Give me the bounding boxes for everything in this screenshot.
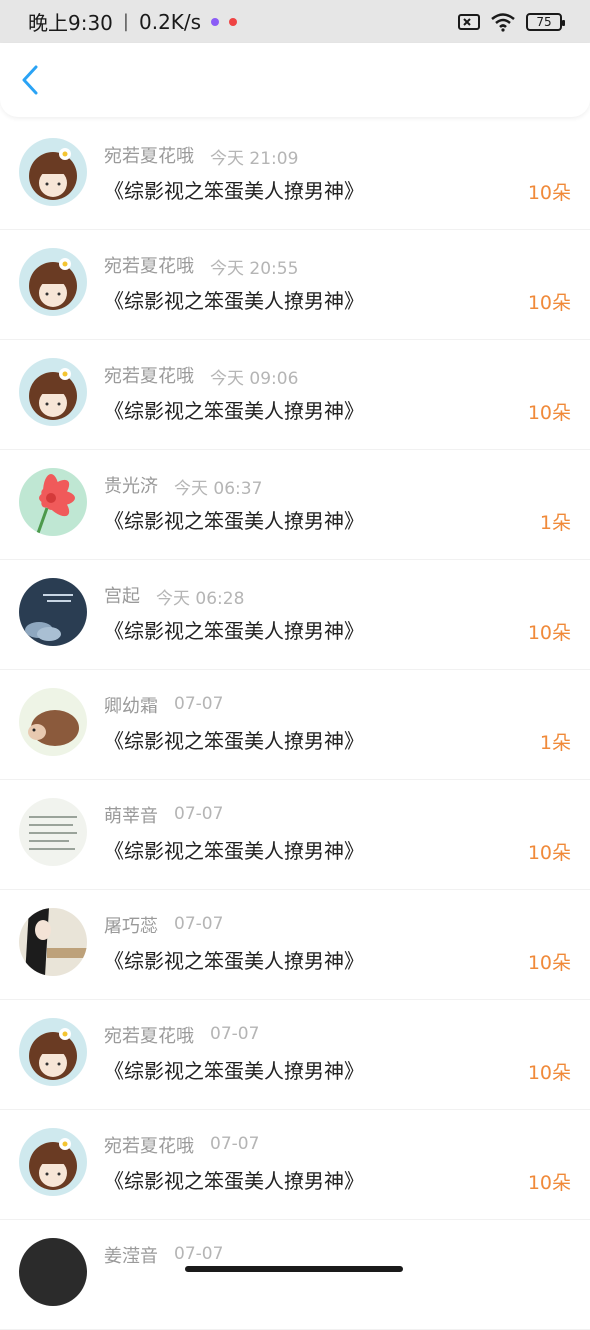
battery-icon: 75	[526, 12, 565, 31]
list-item[interactable]: 宫起 今天 06:28 《综影视之笨蛋美人撩男神》 10朵	[0, 560, 590, 670]
list-item[interactable]: 宛若夏花哦 07-07 《综影视之笨蛋美人撩男神》 10朵	[0, 1110, 590, 1220]
list-item[interactable]: 宛若夏花哦 今天 21:09 《综影视之笨蛋美人撩男神》 10朵	[0, 120, 590, 230]
flower-count: 10朵	[527, 842, 571, 864]
flower-count: 10朵	[527, 292, 571, 314]
book-title[interactable]: 《综影视之笨蛋美人撩男神》	[104, 1165, 364, 1194]
avatar[interactable]	[19, 1128, 87, 1196]
sim-off-icon	[458, 13, 480, 30]
book-title[interactable]: 《综影视之笨蛋美人撩男神》	[104, 505, 364, 534]
avatar[interactable]	[19, 578, 87, 646]
user-name[interactable]: 宛若夏花哦	[104, 362, 194, 388]
book-title[interactable]: 《综影视之笨蛋美人撩男神》	[104, 395, 364, 424]
user-name[interactable]: 宛若夏花哦	[104, 1022, 194, 1048]
user-name[interactable]: 卿幼霜	[104, 692, 158, 718]
user-name[interactable]: 贵光济	[104, 472, 158, 498]
list-item[interactable]: 姜滢音 07-07	[0, 1220, 590, 1330]
list-item[interactable]: 宛若夏花哦 今天 09:06 《综影视之笨蛋美人撩男神》 10朵	[0, 340, 590, 450]
timestamp: 07-07	[174, 694, 224, 714]
avatar[interactable]	[19, 798, 87, 866]
timestamp: 07-07	[174, 914, 224, 934]
status-time: 晚上9:30	[28, 11, 113, 35]
flower-count: 10朵	[527, 1062, 571, 1084]
list-item[interactable]: 卿幼霜 07-07 《综影视之笨蛋美人撩男神》 1朵	[0, 670, 590, 780]
timestamp: 07-07	[210, 1024, 260, 1044]
book-title[interactable]: 《综影视之笨蛋美人撩男神》	[104, 945, 364, 974]
wifi-icon	[491, 12, 515, 32]
timestamp: 今天 06:28	[156, 589, 245, 609]
user-name[interactable]: 宛若夏花哦	[104, 142, 194, 168]
status-right: 75	[458, 12, 565, 32]
list-item[interactable]: 贵光济 今天 06:37 《综影视之笨蛋美人撩男神》 1朵	[0, 450, 590, 560]
avatar[interactable]	[19, 688, 87, 756]
notification-dot-icon	[229, 17, 238, 26]
flower-count: 10朵	[527, 952, 571, 974]
avatar[interactable]	[19, 358, 87, 426]
timestamp: 今天 09:06	[210, 369, 299, 389]
user-name[interactable]: 姜滢音	[104, 1242, 158, 1268]
status-bar: 晚上9:30 | 0.2K/s 75	[0, 0, 590, 43]
divider: |	[122, 11, 129, 32]
avatar[interactable]	[19, 138, 87, 206]
battery-level: 75	[536, 14, 552, 29]
timestamp: 07-07	[174, 1244, 224, 1264]
network-speed: 0.2K/s	[139, 9, 202, 34]
user-name[interactable]: 宫起	[104, 582, 140, 608]
book-title[interactable]: 《综影视之笨蛋美人撩男神》	[104, 835, 364, 864]
avatar[interactable]	[19, 1018, 87, 1086]
notification-dot-icon	[211, 17, 220, 26]
book-title[interactable]: 《综影视之笨蛋美人撩男神》	[104, 615, 364, 644]
list-item[interactable]: 宛若夏花哦 今天 20:55 《综影视之笨蛋美人撩男神》 10朵	[0, 230, 590, 340]
timestamp: 今天 06:37	[174, 479, 263, 499]
book-title[interactable]: 《综影视之笨蛋美人撩男神》	[104, 285, 364, 314]
top-nav	[0, 43, 590, 117]
timestamp: 今天 21:09	[210, 149, 299, 169]
gift-list: 宛若夏花哦 今天 21:09 《综影视之笨蛋美人撩男神》 10朵 宛若夏花哦 今天 20…	[0, 120, 590, 1330]
chevron-left-icon	[22, 65, 38, 95]
user-name[interactable]: 宛若夏花哦	[104, 1132, 194, 1158]
flower-count: 10朵	[527, 622, 571, 644]
avatar[interactable]	[19, 1238, 87, 1306]
avatar[interactable]	[19, 468, 87, 536]
flower-count: 10朵	[527, 182, 571, 204]
flower-count: 10朵	[527, 402, 571, 424]
avatar[interactable]	[19, 248, 87, 316]
user-name[interactable]: 屠巧蕊	[104, 912, 158, 938]
home-indicator[interactable]	[185, 1266, 403, 1272]
timestamp: 07-07	[174, 804, 224, 824]
flower-count: 1朵	[539, 732, 571, 754]
avatar[interactable]	[19, 908, 87, 976]
user-name[interactable]: 萌莘音	[104, 802, 158, 828]
book-title[interactable]: 《综影视之笨蛋美人撩男神》	[104, 175, 364, 204]
book-title[interactable]: 《综影视之笨蛋美人撩男神》	[104, 725, 364, 754]
list-item[interactable]: 宛若夏花哦 07-07 《综影视之笨蛋美人撩男神》 10朵	[0, 1000, 590, 1110]
list-item[interactable]: 屠巧蕊 07-07 《综影视之笨蛋美人撩男神》 10朵	[0, 890, 590, 1000]
back-button[interactable]	[20, 60, 50, 100]
timestamp: 07-07	[210, 1134, 260, 1154]
list-item[interactable]: 萌莘音 07-07 《综影视之笨蛋美人撩男神》 10朵	[0, 780, 590, 890]
book-title[interactable]: 《综影视之笨蛋美人撩男神》	[104, 1055, 364, 1084]
user-name[interactable]: 宛若夏花哦	[104, 252, 194, 278]
status-left: 晚上9:30 | 0.2K/s	[28, 7, 238, 36]
timestamp: 今天 20:55	[210, 259, 299, 279]
flower-count: 1朵	[539, 512, 571, 534]
flower-count: 10朵	[527, 1172, 571, 1194]
